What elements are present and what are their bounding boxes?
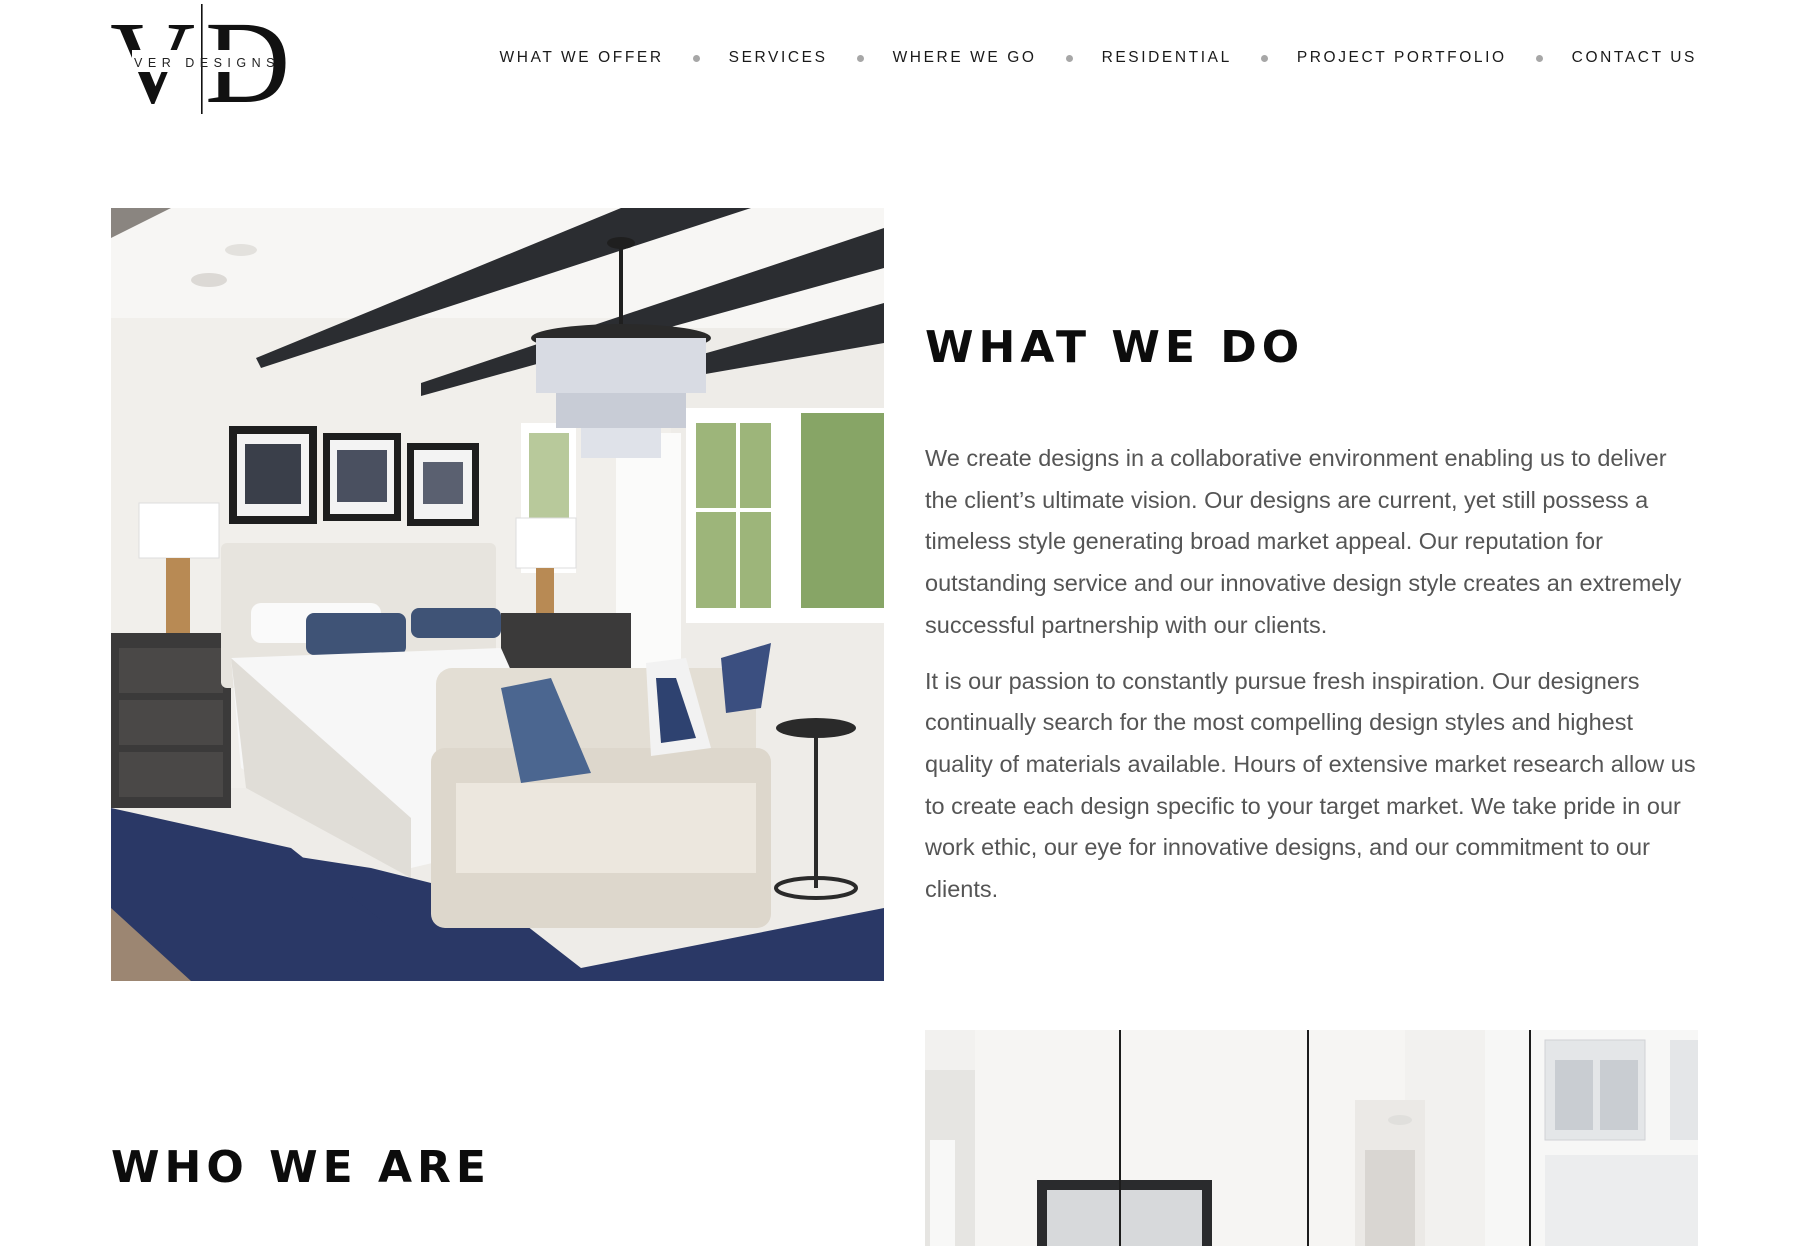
site-header: V D VER DESIGNS WHAT WE OFFER SERVICES W…	[0, 0, 1800, 120]
brand-tagline: VER DESIGNS	[134, 56, 280, 70]
nav-contact-us[interactable]: CONTACT US	[1572, 49, 1697, 67]
interior-illustration	[925, 1030, 1698, 1246]
what-we-do-copy: We create designs in a collaborative env…	[925, 438, 1700, 925]
main-navigation: WHAT WE OFFER SERVICES WHERE WE GO RESID…	[500, 44, 1697, 72]
who-we-are-heading: WHO WE ARE	[111, 1142, 491, 1193]
nav-services[interactable]: SERVICES	[729, 49, 828, 67]
bedroom-illustration	[111, 208, 884, 981]
what-we-do-paragraph: It is our passion to constantly pursue f…	[925, 667, 1696, 903]
nav-separator-dot	[1260, 54, 1268, 62]
nav-separator-dot	[692, 54, 700, 62]
interior-photo	[925, 1030, 1698, 1246]
nav-where-we-go[interactable]: WHERE WE GO	[893, 49, 1037, 67]
nav-project-portfolio[interactable]: PROJECT PORTFOLIO	[1297, 49, 1507, 67]
bedroom-photo	[111, 208, 884, 981]
what-we-do-paragraph: We create designs in a collaborative env…	[925, 445, 1682, 638]
what-we-do-heading: WHAT WE DO	[925, 322, 1305, 373]
brand-logo[interactable]: V D VER DESIGNS	[110, 2, 290, 114]
nav-what-we-offer[interactable]: WHAT WE OFFER	[500, 49, 664, 67]
nav-residential[interactable]: RESIDENTIAL	[1102, 49, 1232, 67]
nav-separator-dot	[856, 54, 864, 62]
nav-separator-dot	[1535, 54, 1543, 62]
nav-separator-dot	[1065, 54, 1073, 62]
